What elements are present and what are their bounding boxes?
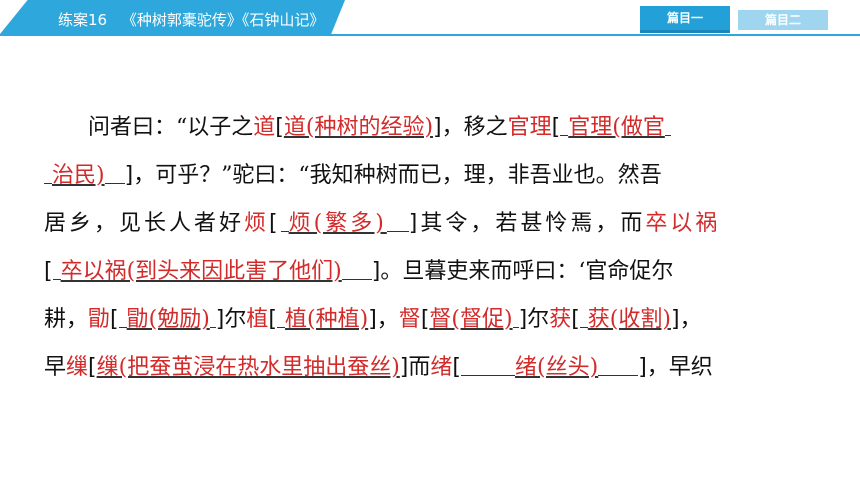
text-run: 其令，若甚怜焉，而	[420, 211, 646, 236]
answer: 督(督促)	[429, 307, 513, 332]
text-run: 耕，	[44, 307, 89, 332]
text-run: 而	[408, 355, 431, 380]
header-bar: 练案16 《种树郭橐驼传》《石钟山记》 篇目一 篇目二	[0, 0, 860, 36]
answer: 治民)	[52, 163, 105, 188]
text-run: ，可乎？”驼曰：“我知种树而已，理，非吾业也。然吾	[133, 163, 662, 188]
text-run: 居乡，见长人者好	[44, 211, 245, 236]
answer: 获(收割)	[587, 307, 671, 332]
text-run: 早	[44, 355, 67, 380]
lesson-label: 练案16	[58, 11, 108, 29]
passage-line-2: 治民)]，可乎？”驼曰：“我知种树而已，理，非吾业也。然吾	[44, 152, 828, 200]
text-run: 问者曰：“以子之	[88, 115, 254, 140]
keyword: 烦	[244, 211, 270, 236]
answer: 卒以祸(到头来因此害了他们)	[60, 259, 342, 284]
keyword: 绪	[430, 355, 453, 380]
keyword: 卒以祸	[645, 211, 721, 236]
text-run: ，	[376, 307, 399, 332]
keyword: 督	[398, 307, 421, 332]
passage: 问者曰：“以子之道[道(种树的经验)]，移之官理[官理(做官 治民)]，可乎？”…	[44, 104, 828, 392]
text-run: ，早织	[646, 355, 713, 380]
text-run: 。旦暮吏来而呼曰：‘官命促尔	[380, 259, 674, 284]
lesson-title: 《种树郭橐驼传》《石钟山记》	[121, 11, 325, 29]
answer: 烦(繁多)	[288, 211, 387, 236]
header-title: 练案16 《种树郭橐驼传》《石钟山记》	[58, 9, 334, 30]
passage-line-6: 早缫[缫(把蚕茧浸在热水里抽出蚕丝)]而绪[绪(丝头)]，早织	[44, 344, 828, 392]
keyword: 官理	[507, 115, 552, 140]
answer: 勖(勉励)	[126, 307, 210, 332]
header-divider	[0, 34, 860, 36]
keyword: 勖	[88, 307, 111, 332]
keyword: 植	[246, 307, 269, 332]
passage-line-3: 居乡，见长人者好烦[烦(繁多)]其令，若甚怜焉，而卒以祸	[44, 200, 828, 248]
nav-tab-piece-two[interactable]: 篇目二	[738, 10, 828, 30]
passage-line-1: 问者曰：“以子之道[道(种树的经验)]，移之官理[官理(做官	[44, 104, 828, 152]
answer: 缫(把蚕茧浸在热水里抽出蚕丝)	[96, 355, 400, 380]
answer: 绪(丝头)	[515, 355, 599, 380]
text-run: 尔	[224, 307, 247, 332]
nav-tab-piece-one[interactable]: 篇目一	[640, 6, 730, 33]
passage-line-4: [卒以祸(到头来因此害了他们)]。旦暮吏来而呼曰：‘官命促尔	[44, 248, 828, 296]
answer: 道(种树的经验)	[283, 115, 434, 140]
keyword: 获	[549, 307, 572, 332]
passage-line-5: 耕，勖[勖(勉励)]尔植[植(种植)]，督[督(督促)]尔获[获(收割)]，	[44, 296, 828, 344]
answer: 植(种植)	[285, 307, 369, 332]
text-run: 尔	[527, 307, 550, 332]
text-run: ，	[679, 307, 702, 332]
keyword: 道	[253, 115, 276, 140]
answer: 官理(做官	[568, 115, 665, 140]
keyword: 缫	[66, 355, 89, 380]
text-run: ，移之	[441, 115, 508, 140]
